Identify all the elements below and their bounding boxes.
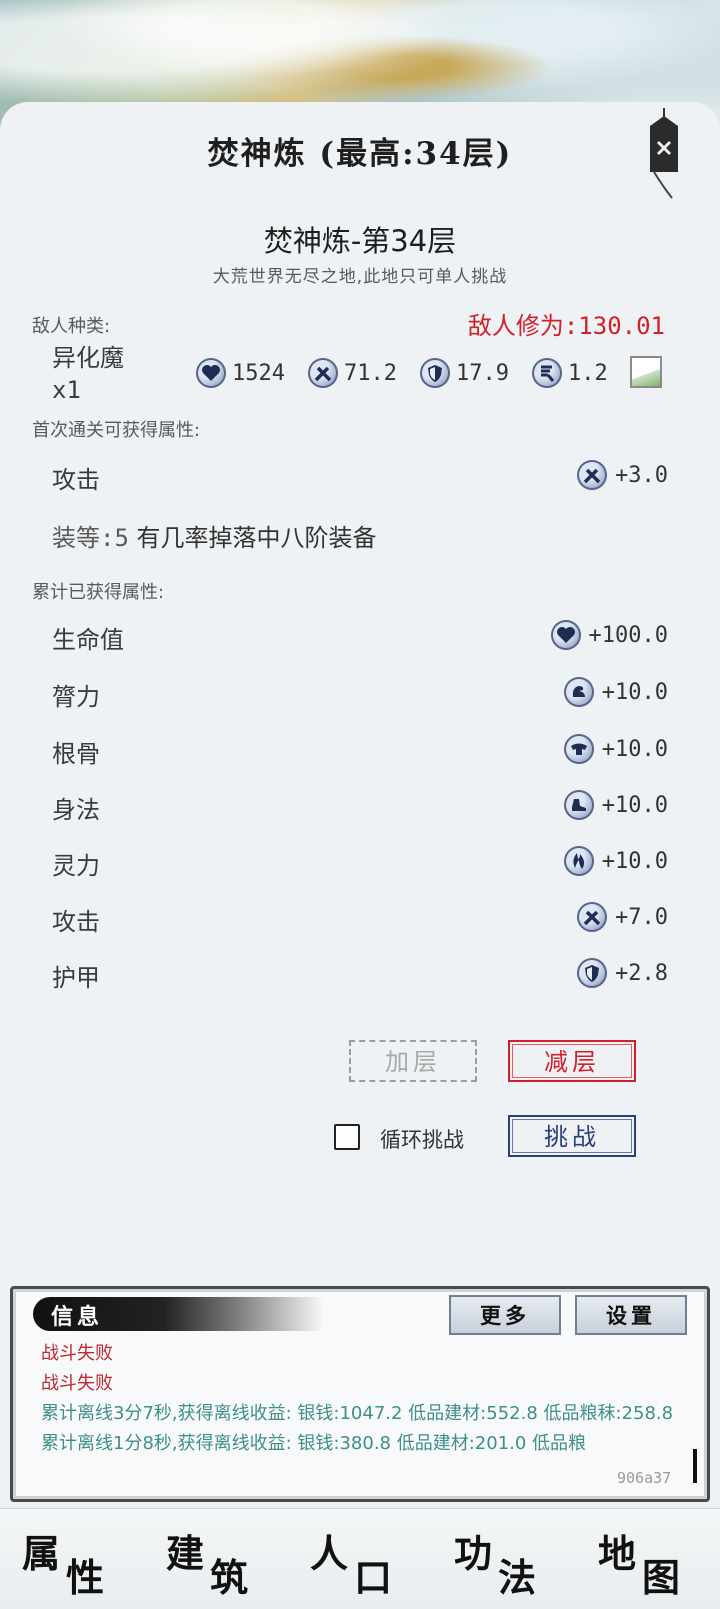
version-label: 906a37 [617,1469,672,1487]
more-button[interactable]: 更多 [449,1295,561,1335]
enemy-type-label: 敌人种类: [32,316,111,337]
stage-title: 焚神炼-第34层 [263,224,457,258]
enemy-count: x1 [52,376,81,404]
acc-row-name: 护甲 [52,964,100,992]
log-line: 累计离线3分7秒,获得离线收益: 银钱:1047.2 低品建材:552.8 低品… [41,1403,674,1424]
stage-subtitle: 大荒世界无尽之地,此地只可单人挑战 [212,267,508,287]
agility-icon [563,790,594,820]
loop-challenge-checkbox[interactable] [334,1124,360,1150]
page-title: 焚神炼 (最高:34层) [207,136,513,172]
loop-challenge-label[interactable]: 循环挑战 [380,1124,464,1154]
log-line: 战斗失败 [41,1343,113,1364]
info-panel: 信息 更多 设置 战斗失败 战斗失败 累计离线3分7秒,获得离线收益: 银钱:1… [10,1286,710,1502]
first-clear-attr-name: 攻击 [52,466,100,494]
acc-row-value: +100.0 [550,620,668,650]
spirit-icon [563,846,594,876]
info-title: 信息 [51,1304,104,1330]
shield-icon [420,358,450,388]
boot-icon [532,358,562,388]
shield-icon [577,958,608,988]
enemy-name-block: 异化魔 x1 [52,342,124,406]
acc-row-name: 生命值 [52,626,124,654]
acc-row-value: +2.8 [577,958,668,988]
constitution-icon [563,734,594,764]
acc-row-value: +10.0 [563,790,668,820]
bottom-nav: 属性 建筑 人口 功法 地图 [0,1508,720,1609]
enemy-name: 异化魔 [52,344,124,372]
heart-icon [550,620,581,650]
close-icon[interactable] [642,108,686,200]
acc-row-name: 身法 [52,796,100,824]
enemy-image-icon[interactable] [630,356,662,388]
sub-layer-button[interactable]: 减层 [508,1040,636,1082]
acc-row-value: +7.0 [577,902,668,932]
add-layer-button[interactable]: 加层 [349,1040,477,1082]
sword-icon [577,902,608,932]
nav-buildings[interactable]: 建筑 [144,1509,288,1609]
acc-row-name: 根骨 [52,740,100,768]
heart-icon [196,358,226,388]
equip-drop-note: 装等:5 有几率掉落中八阶装备 [52,518,377,553]
acc-row-name: 膂力 [52,683,100,711]
enemy-stat-attack: 71.2 [308,358,397,388]
enemy-stat-speed: 1.2 [532,358,608,388]
enemy-stat-armor: 17.9 [420,358,509,388]
nav-skills[interactable]: 功法 [432,1509,576,1609]
strength-icon [563,677,594,707]
nav-map[interactable]: 地图 [576,1509,720,1609]
acc-row-name: 攻击 [52,908,100,936]
equip-level: 装等:5 [52,524,129,552]
enemy-cultivation: 敌人修为:130.01 [467,312,665,340]
message-log[interactable]: 战斗失败 战斗失败 累计离线3分7秒,获得离线收益: 银钱:1047.2 低品建… [41,1339,681,1459]
nav-attributes[interactable]: 属性 [0,1509,144,1609]
acc-row-name: 灵力 [52,852,100,880]
settings-button[interactable]: 设置 [575,1295,687,1335]
acc-row-value: +10.0 [563,846,668,876]
accumulated-label: 累计已获得属性: [32,582,165,603]
enemy-stat-hp: 1524 [196,358,285,388]
equip-drop-text: 有几率掉落中八阶装备 [136,524,377,552]
first-clear-label: 首次通关可获得属性: [32,420,201,441]
log-scrollbar[interactable] [693,1449,697,1483]
sword-icon [308,358,338,388]
first-clear-attr-value: +3.0 [577,460,668,490]
acc-row-value: +10.0 [563,677,668,707]
challenge-button[interactable]: 挑战 [508,1115,636,1157]
log-line: 累计离线1分8秒,获得离线收益: 银钱:380.8 低品建材:201.0 低品粮 [41,1433,587,1454]
sword-icon [577,460,608,490]
nav-population[interactable]: 人口 [288,1509,432,1609]
log-line: 战斗失败 [41,1373,113,1394]
acc-row-value: +10.0 [563,734,668,764]
